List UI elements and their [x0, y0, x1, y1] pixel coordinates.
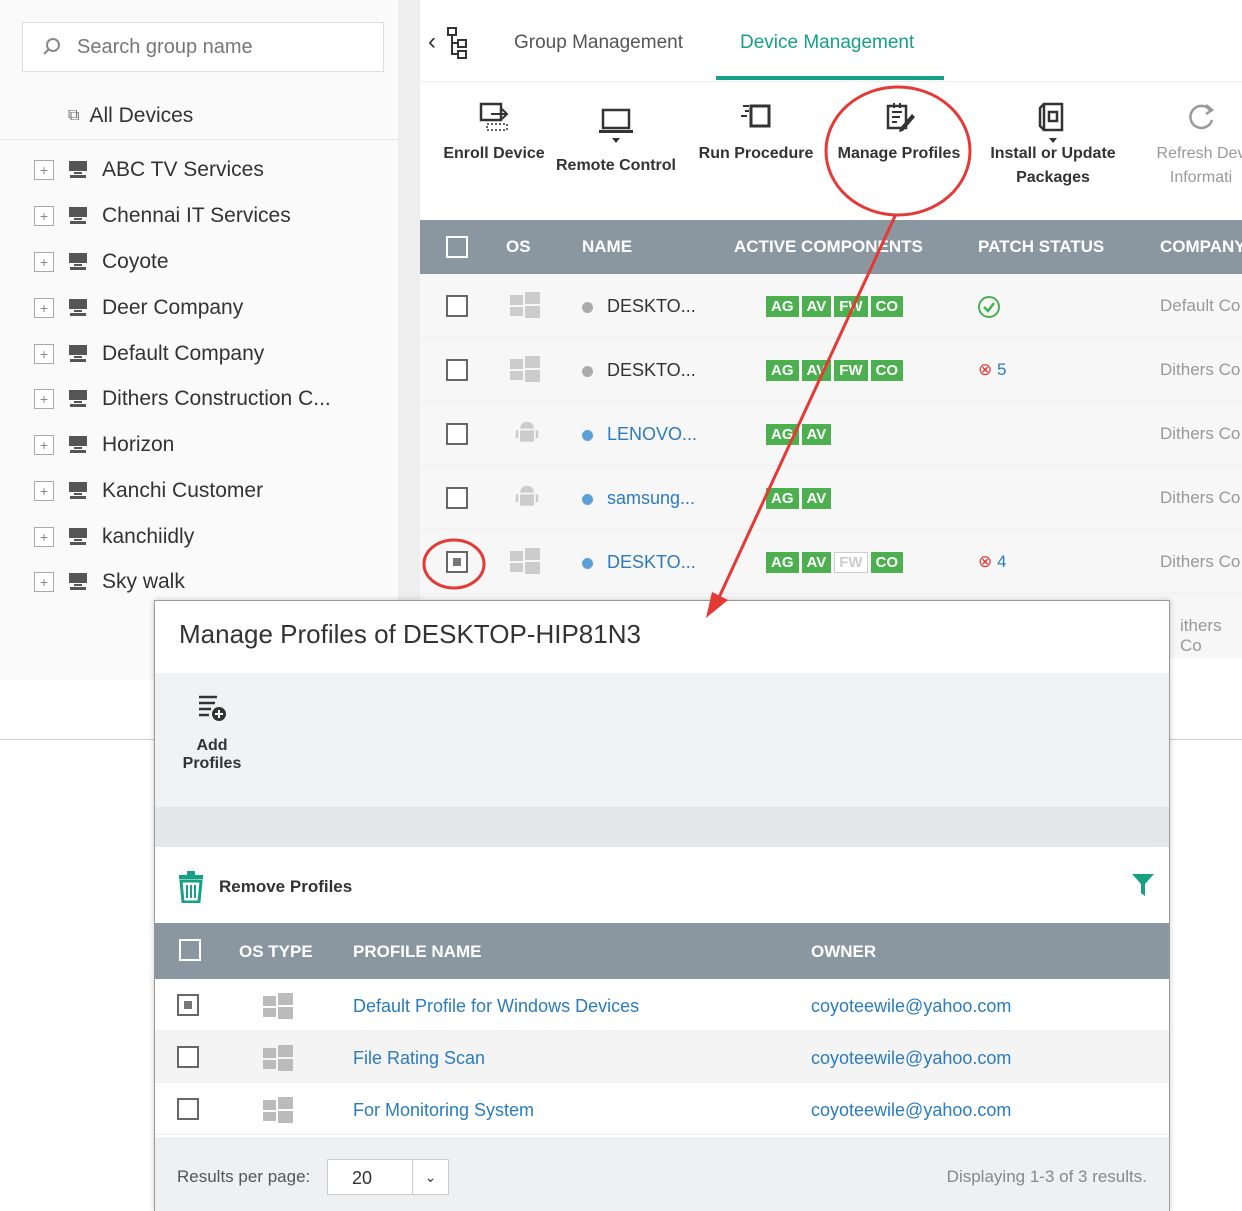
annotation-arrow-line — [714, 213, 898, 605]
highlight-circle-row-checkbox — [422, 538, 486, 590]
highlight-circle-manage-profiles — [824, 85, 972, 217]
annotation-arrow-head — [706, 592, 728, 618]
annotation-overlay — [422, 85, 972, 618]
